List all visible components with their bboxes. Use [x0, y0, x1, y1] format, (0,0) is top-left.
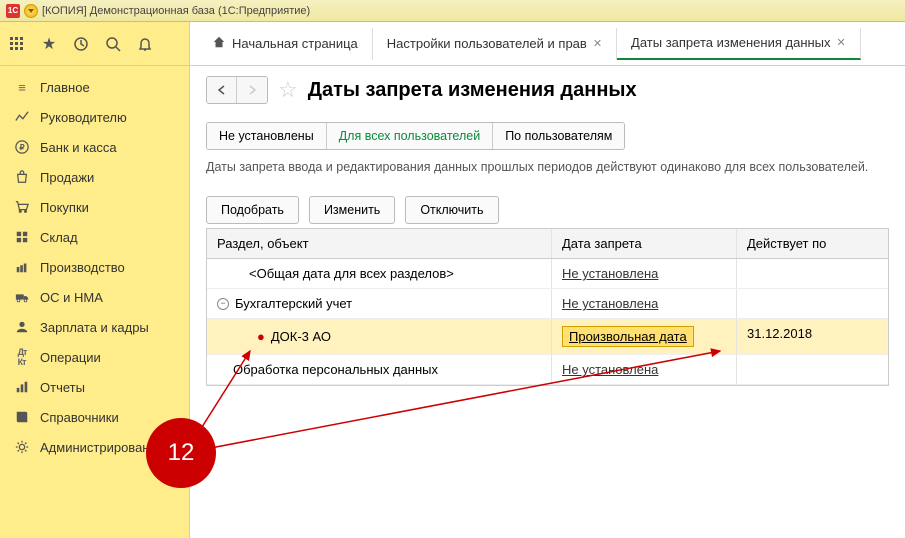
app-1c-icon: 1C: [6, 4, 20, 18]
forward-button[interactable]: [237, 77, 267, 103]
table-row[interactable]: −Бухгалтерский учет Не установлена: [207, 289, 888, 319]
sidebar-item-salary[interactable]: Зарплата и кадры: [0, 312, 189, 342]
pick-button[interactable]: Подобрать: [206, 196, 299, 224]
cart-icon: [14, 199, 30, 215]
sidebar-item-label: ОС и НМА: [40, 290, 103, 305]
bullet-icon: ●: [257, 329, 265, 344]
table-row[interactable]: <Общая дата для всех разделов> Не устано…: [207, 259, 888, 289]
sidebar-item-stock[interactable]: Склад: [0, 222, 189, 252]
row-until: [737, 259, 888, 288]
ops-icon: ДтКт: [14, 349, 30, 365]
filter-by-users[interactable]: По пользователям: [493, 123, 624, 149]
col-until[interactable]: Действует по: [737, 229, 888, 258]
truck-icon: [14, 289, 30, 305]
search-icon[interactable]: [104, 35, 122, 53]
edit-button[interactable]: Изменить: [309, 196, 395, 224]
page-title: Даты запрета изменения данных: [308, 79, 637, 102]
sidebar-item-label: Зарплата и кадры: [40, 320, 149, 335]
sidebar-item-label: Продажи: [40, 170, 94, 185]
menu-icon: ≡: [14, 79, 30, 95]
history-icon[interactable]: [72, 35, 90, 53]
close-icon[interactable]: ✕: [837, 36, 846, 49]
gear-icon: [14, 439, 30, 455]
col-date[interactable]: Дата запрета: [552, 229, 737, 258]
grid-header: Раздел, объект Дата запрета Действует по: [207, 229, 888, 259]
apps-icon[interactable]: [8, 35, 26, 53]
row-label: Бухгалтерский учет: [235, 296, 352, 311]
home-icon: [212, 35, 226, 52]
annotation-badge: 12: [146, 418, 216, 488]
toolbar: ★ Начальная страница Настройки пользоват…: [0, 22, 905, 66]
row-until: [737, 289, 888, 318]
filter-not-set[interactable]: Не установлены: [207, 123, 327, 149]
bag-icon: [14, 169, 30, 185]
row-date[interactable]: Не установлена: [562, 266, 658, 281]
row-date[interactable]: Не установлена: [562, 362, 658, 377]
row-label: <Общая дата для всех разделов>: [249, 266, 454, 281]
sidebar-item-os[interactable]: ОС и НМА: [0, 282, 189, 312]
sidebar-item-main[interactable]: ≡ Главное: [0, 72, 189, 102]
row-until: 31.12.2018: [737, 319, 888, 354]
tab-label: Настройки пользователей и прав: [387, 36, 587, 51]
tab-ban-dates[interactable]: Даты запрета изменения данных ✕: [617, 28, 861, 60]
row-date[interactable]: Произвольная дата: [562, 326, 694, 347]
collapse-icon[interactable]: −: [217, 298, 229, 310]
sidebar-item-sales[interactable]: Продажи: [0, 162, 189, 192]
sidebar-item-label: Справочники: [40, 410, 119, 425]
filter-all-users[interactable]: Для всех пользователей: [327, 123, 493, 149]
bell-icon[interactable]: [136, 35, 154, 53]
sidebar-item-label: Покупки: [40, 200, 89, 215]
factory-icon: [14, 259, 30, 275]
row-date[interactable]: Не установлена: [562, 296, 658, 311]
table-row[interactable]: Обработка персональных данных Не установ…: [207, 355, 888, 385]
filter-bar: Не установлены Для всех пользователей По…: [206, 122, 625, 150]
sidebar-item-bank[interactable]: ₽ Банк и касса: [0, 132, 189, 162]
sidebar-item-label: Склад: [40, 230, 78, 245]
back-button[interactable]: [207, 77, 237, 103]
ruble-icon: ₽: [14, 139, 30, 155]
info-note: Даты запрета ввода и редактирования данн…: [206, 160, 889, 174]
off-button[interactable]: Отключить: [405, 196, 498, 224]
sidebar-item-label: Руководителю: [40, 110, 127, 125]
sidebar-item-label: Производство: [40, 260, 125, 275]
favorite-star-icon[interactable]: ☆: [278, 77, 298, 103]
sidebar-item-label: Главное: [40, 80, 90, 95]
sidebar-item-label: Отчеты: [40, 380, 85, 395]
tab-home[interactable]: Начальная страница: [198, 28, 373, 60]
tab-label: Даты запрета изменения данных: [631, 35, 830, 50]
row-label: ДОК-3 АО: [271, 329, 331, 344]
close-icon[interactable]: ✕: [593, 37, 602, 50]
book-icon: [14, 409, 30, 425]
main-panel: ☆ Даты запрета изменения данных Не устан…: [190, 66, 905, 538]
table-row-selected[interactable]: ● ДОК-3 АО Произвольная дата 31.12.2018: [207, 319, 888, 355]
tab-settings-users[interactable]: Настройки пользователей и прав ✕: [373, 28, 617, 60]
sidebar-item-reports[interactable]: Отчеты: [0, 372, 189, 402]
star-icon[interactable]: ★: [40, 35, 58, 53]
col-section[interactable]: Раздел, объект: [207, 229, 552, 258]
row-until: [737, 355, 888, 384]
people-icon: [14, 319, 30, 335]
sidebar-item-purch[interactable]: Покупки: [0, 192, 189, 222]
svg-text:₽: ₽: [19, 143, 24, 152]
window-title: [КОПИЯ] Демонстрационная база (1С:Предпр…: [42, 5, 310, 17]
row-label: Обработка персональных данных: [233, 362, 438, 377]
sidebar-item-label: Банк и касса: [40, 140, 117, 155]
annotation-number: 12: [168, 439, 195, 467]
tab-label: Начальная страница: [232, 36, 358, 51]
sidebar-item-ops[interactable]: ДтКт Операции: [0, 342, 189, 372]
tabs: Начальная страница Настройки пользовател…: [190, 22, 905, 65]
action-bar: Подобрать Изменить Отключить: [206, 196, 889, 224]
bars-icon: [14, 379, 30, 395]
sidebar-item-label: Операции: [40, 350, 101, 365]
dropdown-icon[interactable]: [24, 4, 38, 18]
stack-icon: [14, 229, 30, 245]
window-titlebar: 1C [КОПИЯ] Демонстрационная база (1С:Пре…: [0, 0, 905, 22]
sidebar-item-manager[interactable]: Руководителю: [0, 102, 189, 132]
toolbar-left: ★: [0, 22, 190, 65]
nav-buttons: [206, 76, 268, 104]
chart-icon: [14, 109, 30, 125]
sidebar-item-prod[interactable]: Производство: [0, 252, 189, 282]
data-grid: Раздел, объект Дата запрета Действует по…: [206, 228, 889, 386]
